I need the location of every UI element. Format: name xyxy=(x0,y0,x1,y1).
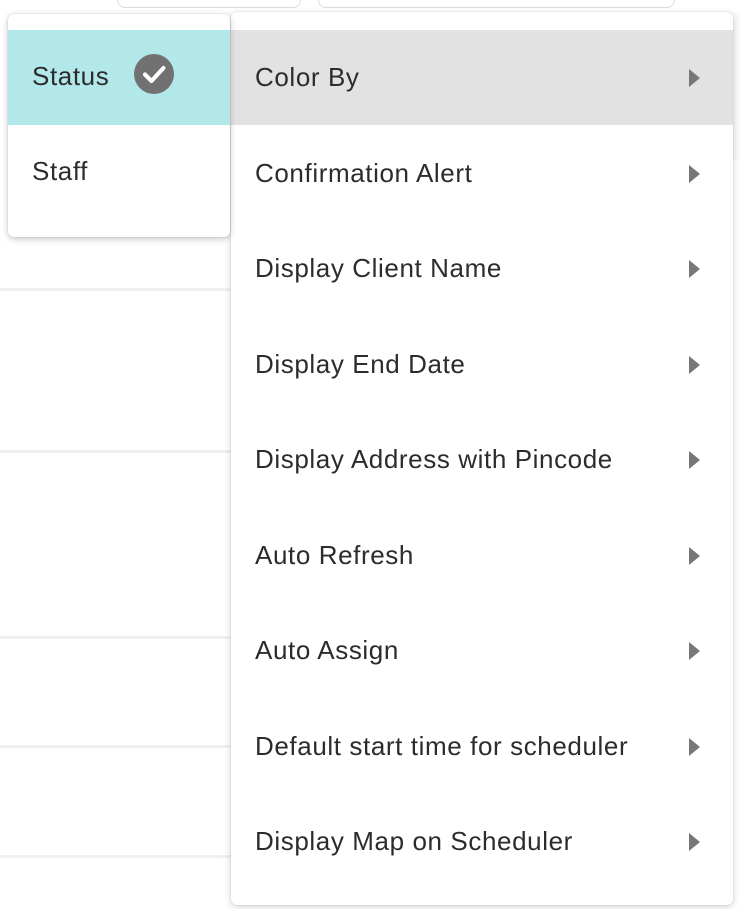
menu-item-color-by[interactable]: Color By xyxy=(231,30,733,125)
menu-item-label: Display Client Name xyxy=(255,253,502,283)
menu-item-default-start-time[interactable]: Default start time for scheduler xyxy=(231,699,733,794)
submenu-item-status[interactable]: Status xyxy=(8,30,230,125)
divider xyxy=(0,855,231,858)
chevron-right-icon xyxy=(689,737,700,756)
chevron-right-icon xyxy=(689,68,700,87)
chevron-right-icon xyxy=(689,450,700,469)
menu-item-auto-refresh[interactable]: Auto Refresh xyxy=(231,508,733,603)
divider xyxy=(0,745,231,748)
divider xyxy=(0,450,231,453)
background-control xyxy=(117,0,301,8)
settings-menu: Color By Confirmation Alert Display Clie… xyxy=(231,12,733,905)
menu-item-auto-assign[interactable]: Auto Assign xyxy=(231,603,733,698)
chevron-right-icon xyxy=(689,641,700,660)
menu-item-label: Confirmation Alert xyxy=(255,158,473,188)
menu-item-label: Auto Assign xyxy=(255,635,399,665)
chevron-right-icon xyxy=(689,832,700,851)
chevron-right-icon xyxy=(689,259,700,278)
divider xyxy=(0,636,231,639)
menu-item-label: Color By xyxy=(255,62,360,92)
menu-item-display-end-date[interactable]: Display End Date xyxy=(231,317,733,412)
divider xyxy=(0,288,231,291)
chevron-right-icon xyxy=(689,546,700,565)
submenu-item-staff[interactable]: Staff xyxy=(8,125,230,220)
chevron-right-icon xyxy=(689,164,700,183)
menu-item-confirmation-alert[interactable]: Confirmation Alert xyxy=(231,126,733,221)
submenu-item-label: Status xyxy=(32,61,110,91)
menu-item-display-address[interactable]: Display Address with Pincode xyxy=(231,412,733,507)
chevron-right-icon xyxy=(689,355,700,374)
submenu-item-label: Staff xyxy=(32,156,89,186)
menu-item-display-client-name[interactable]: Display Client Name xyxy=(231,221,733,316)
check-circle-icon xyxy=(134,54,174,94)
menu-item-label: Display End Date xyxy=(255,349,466,379)
menu-item-label: Display Address with Pincode xyxy=(255,444,613,474)
menu-item-label: Auto Refresh xyxy=(255,540,414,570)
menu-item-display-map[interactable]: Display Map on Scheduler xyxy=(231,794,733,889)
background-control xyxy=(318,0,675,8)
menu-item-label: Default start time for scheduler xyxy=(255,731,629,761)
menu-item-label: Display Map on Scheduler xyxy=(255,826,573,856)
color-by-submenu: Status Staff xyxy=(8,14,230,237)
